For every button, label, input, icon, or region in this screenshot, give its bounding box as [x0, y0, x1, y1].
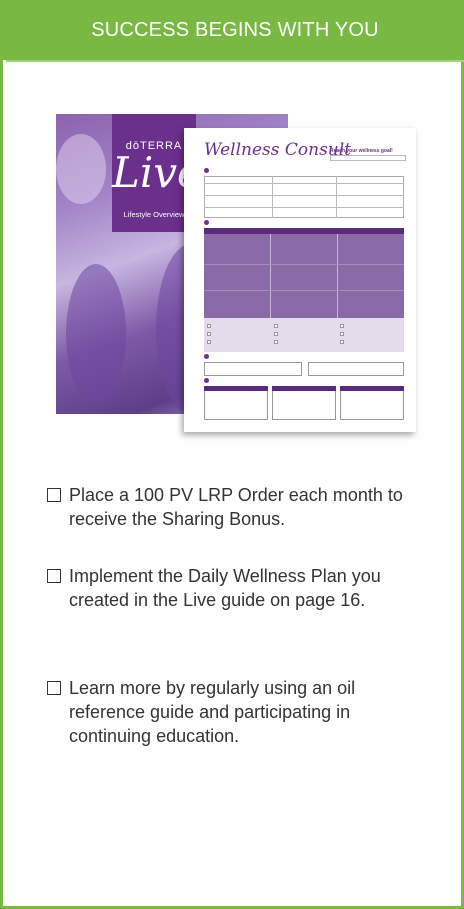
- section-marker-1: [204, 168, 211, 174]
- checklist-item-learn-more[interactable]: Learn more by regularly using an oil ref…: [47, 676, 437, 754]
- checklist-item-lrp-order[interactable]: Place a 100 PV LRP Order each month to r…: [47, 483, 437, 539]
- checklist-item-text: Learn more by regularly using an oil ref…: [69, 678, 356, 746]
- checklist-item-text: Implement the Daily Wellness Plan you cr…: [69, 566, 381, 610]
- checkbox-icon[interactable]: [47, 569, 61, 583]
- section-marker-4: [204, 378, 211, 384]
- daily-plan-grid: [204, 228, 404, 318]
- section-marker-3: [204, 354, 211, 360]
- divider: [6, 60, 464, 62]
- goal-box: [330, 155, 406, 161]
- section-marker-2: [204, 220, 211, 226]
- habits-block: [204, 318, 404, 352]
- sheet-goal-label: Reach your wellness goal!: [330, 148, 393, 154]
- checkbox-icon[interactable]: [47, 681, 61, 695]
- checkbox-icon[interactable]: [47, 488, 61, 502]
- banner-title: SUCCESS BEGINS WITH YOU: [3, 0, 464, 60]
- success-card: SUCCESS BEGINS WITH YOU dōTERRA Live Lif…: [0, 0, 464, 909]
- checklist-item-wellness-plan[interactable]: Implement the Daily Wellness Plan you cr…: [47, 564, 437, 642]
- sheet-title: Wellness Consult: [204, 140, 352, 160]
- checklist-item-text: Place a 100 PV LRP Order each month to r…: [69, 485, 403, 529]
- wellness-consult-sheet: Wellness Consult Reach your wellness goa…: [184, 128, 416, 432]
